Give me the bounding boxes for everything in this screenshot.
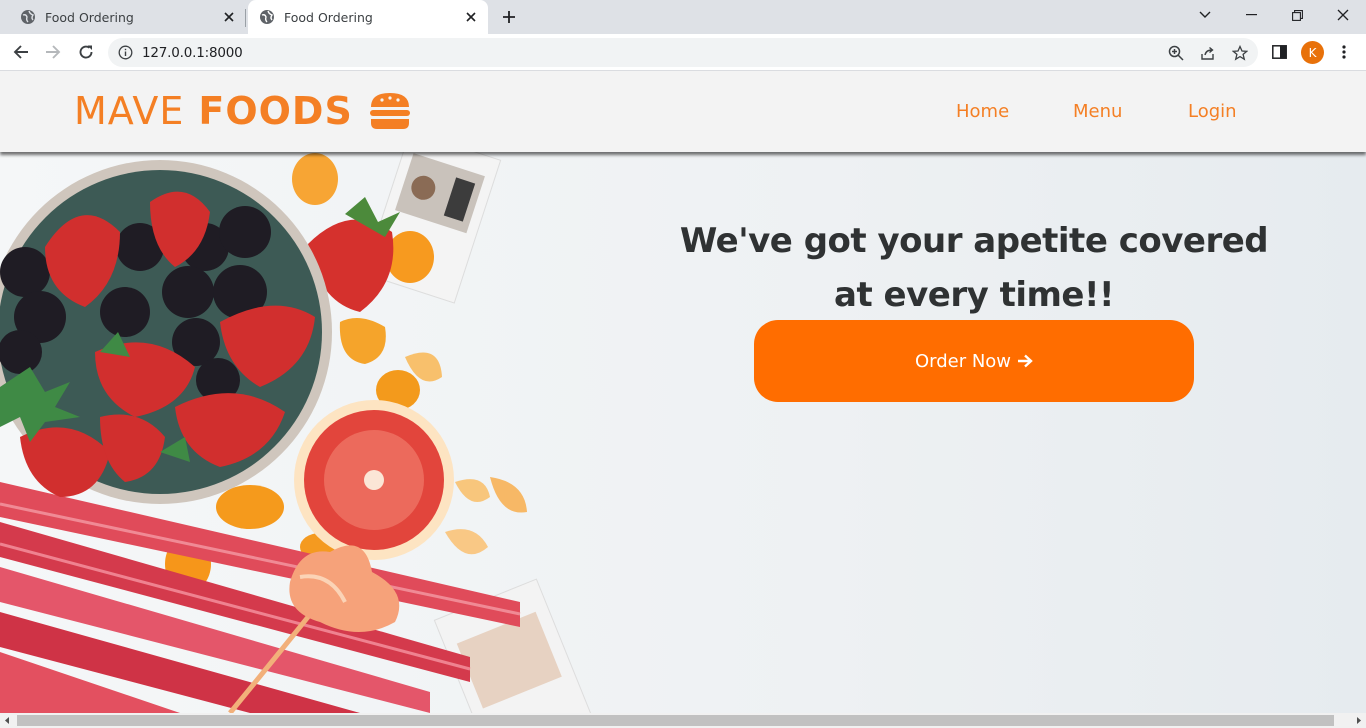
restore-icon [1291,9,1303,21]
grapefruit-core-shape [364,470,384,490]
page-viewport: MAVE FOODS Home Menu Login We've got you… [0,71,1366,713]
profile-avatar[interactable]: K [1301,41,1324,64]
zoom-icon [1168,45,1184,61]
url-text[interactable]: 127.0.0.1:8000 [142,45,243,61]
side-panel-button[interactable] [1269,42,1289,62]
share-icon [1201,46,1214,60]
hero-headline: We've got your apetite covered at every … [640,214,1308,322]
headline-line: We've got your apetite covered [679,221,1269,261]
back-icon [13,45,28,59]
browser-menu-button[interactable] [1334,42,1354,62]
browser-tab-active[interactable]: Food Ordering [248,0,488,34]
order-now-label: Order Now [914,350,1012,372]
star-icon [1232,45,1248,61]
browser-tab-strip: Food Ordering Food Ordering [0,0,1366,34]
address-bar[interactable]: 127.0.0.1:8000 [108,38,1258,67]
minimize-button[interactable] [1228,0,1274,30]
info-icon[interactable] [118,45,133,60]
headline-line: at every time!! [834,275,1115,315]
arrow-right-icon [1018,354,1033,368]
chevron-down-icon [1199,11,1211,18]
site-logo[interactable]: MAVE FOODS [74,89,411,133]
back-button[interactable] [8,39,34,65]
restore-button[interactable] [1274,0,1320,30]
minimize-icon [1245,14,1257,16]
menu-dots-icon [1342,45,1346,59]
forward-button[interactable] [40,39,66,65]
forward-icon [46,45,61,59]
logo-text: FOODS [198,89,353,133]
hero-section: We've got your apetite covered at every … [0,152,1366,713]
zoom-button[interactable] [1166,43,1186,63]
close-icon [1337,9,1349,21]
browser-toolbar: 127.0.0.1:8000 K [0,34,1366,71]
reload-button[interactable] [73,39,99,65]
scrollbar-thumb[interactable] [17,715,1334,726]
kumquat-shape [445,529,488,555]
tab-title: Food Ordering [284,9,373,25]
close-window-button[interactable] [1320,0,1366,30]
kumquat-shape [339,318,386,364]
globe-icon [21,10,35,24]
new-tab-button[interactable] [498,6,520,28]
tab-title: Food Ordering [45,9,134,25]
tab-search-button[interactable] [1182,0,1228,30]
kumquat-shape [216,485,284,529]
scroll-left-icon[interactable] [3,716,12,725]
kumquat-shape [292,153,338,205]
plus-icon [503,11,515,23]
nav-link-menu[interactable]: Menu [1073,101,1122,122]
nav-link-login[interactable]: Login [1188,101,1237,122]
logo-text: MAVE [74,89,185,133]
kumquat-shape [455,479,490,502]
share-button[interactable] [1198,43,1218,63]
nav-link-home[interactable]: Home [956,101,1009,122]
kumquat-shape [490,477,527,513]
order-now-button[interactable]: Order Now [754,320,1194,402]
close-icon[interactable] [221,9,237,25]
side-panel-icon [1271,45,1287,59]
globe-icon [260,10,274,24]
reload-icon [79,45,93,59]
hero-food-image [0,152,594,713]
scroll-right-icon[interactable] [1354,716,1363,725]
browser-tab[interactable]: Food Ordering [0,0,246,34]
horizontal-scrollbar[interactable] [0,713,1366,728]
burger-icon [369,93,410,129]
close-icon[interactable] [463,9,479,25]
bookmark-button[interactable] [1230,43,1250,63]
site-header: MAVE FOODS Home Menu Login [0,71,1366,152]
kumquat-shape [386,231,434,283]
